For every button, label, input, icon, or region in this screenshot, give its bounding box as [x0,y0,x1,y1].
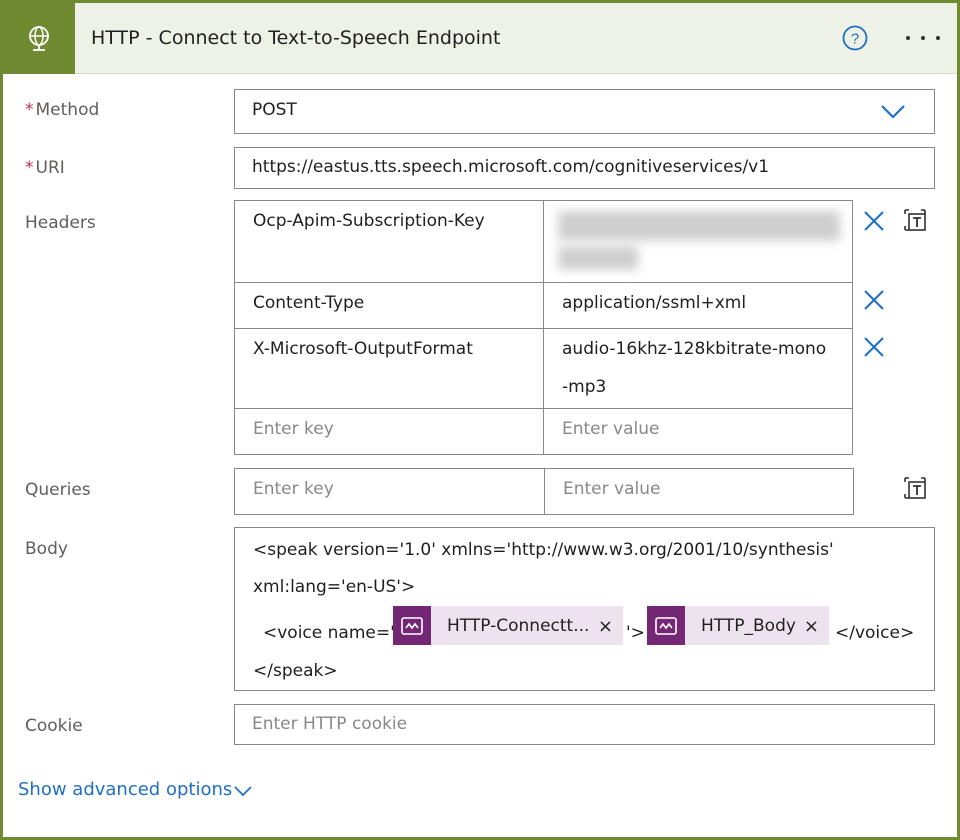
redacted-value [558,246,638,270]
token-label: HTTP_Body [701,616,796,636]
header-value-cell[interactable]: application/ssml+xml [543,282,853,329]
header-key-cell[interactable]: X-Microsoft-OutputFormat [234,328,544,409]
header-value-cell[interactable] [543,200,853,283]
key-placeholder: Enter key [253,479,334,499]
query-key-input[interactable]: Enter key [234,468,545,515]
card-header[interactable]: HTTP - Connect to Text-to-Speech Endpoin… [3,3,957,74]
remove-token-icon[interactable]: × [804,616,819,637]
value-placeholder: Enter value [562,419,659,439]
method-label: *Method [25,100,99,120]
chevron-down-icon[interactable] [232,783,254,799]
card-title[interactable]: HTTP - Connect to Text-to-Speech Endpoin… [91,27,500,49]
switch-to-text-mode-icon[interactable] [902,475,928,501]
header-key-input[interactable]: Enter key [234,408,544,455]
uri-label: *URI [25,158,65,178]
cookie-label: Cookie [25,716,83,736]
delete-header-icon[interactable] [863,289,885,311]
header-value-input[interactable]: Enter value [543,408,853,455]
dynamic-content-token[interactable]: HTTP-Connectt... × [393,606,623,645]
value-placeholder: Enter value [563,479,660,499]
globe-icon [24,24,54,54]
uri-value: https://eastus.tts.speech.microsoft.com/… [252,157,769,177]
switch-to-text-mode-icon[interactable] [902,207,928,233]
header-key-cell[interactable]: Ocp-Apim-Subscription-Key [234,200,544,283]
header-key: Content-Type [253,293,364,313]
powerapps-icon [393,606,431,645]
method-select[interactable]: POST [234,89,935,134]
http-connector-icon-box [3,3,75,74]
body-line: xml:lang='en-US'> [253,577,415,597]
chevron-down-icon [880,104,906,120]
header-value-cell[interactable]: audio-16khz-128kbitrate-mono -mp3 [543,328,853,409]
body-label: Body [25,539,68,559]
token-label: HTTP-Connectt... [447,616,589,636]
powerapps-icon [647,606,685,645]
body-text: '> [626,623,645,643]
more-options-icon[interactable] [906,36,940,44]
query-value-input[interactable]: Enter value [544,468,854,515]
body-input[interactable]: <speak version='1.0' xmlns='http://www.w… [234,527,935,691]
header-key: X-Microsoft-OutputFormat [253,339,473,359]
redacted-value [558,211,840,241]
uri-input[interactable]: https://eastus.tts.speech.microsoft.com/… [234,147,935,189]
body-text: </voice> [835,623,914,643]
delete-header-icon[interactable] [863,210,885,232]
http-action-card: HTTP - Connect to Text-to-Speech Endpoin… [0,0,960,840]
header-key-cell[interactable]: Content-Type [234,282,544,329]
body-line: </speak> [253,661,338,681]
body-text: <voice name=' [263,623,395,643]
headers-label: Headers [25,213,96,233]
help-icon[interactable]: ? [842,25,868,51]
body-line: <speak version='1.0' xmlns='http://www.w… [253,540,834,560]
header-value: application/ssml+xml [562,293,746,313]
header-value-line: -mp3 [562,377,606,397]
show-advanced-options-link[interactable]: Show advanced options [18,779,232,800]
delete-header-icon[interactable] [863,336,885,358]
cookie-placeholder: Enter HTTP cookie [252,714,407,734]
header-value-line: audio-16khz-128kbitrate-mono [562,339,826,359]
dynamic-content-token[interactable]: HTTP_Body × [647,606,829,645]
key-placeholder: Enter key [253,419,334,439]
cookie-input[interactable]: Enter HTTP cookie [234,704,935,745]
remove-token-icon[interactable]: × [598,616,613,637]
header-key: Ocp-Apim-Subscription-Key [253,211,485,231]
queries-label: Queries [25,480,91,500]
svg-text:?: ? [851,31,859,48]
method-value: POST [252,100,297,120]
